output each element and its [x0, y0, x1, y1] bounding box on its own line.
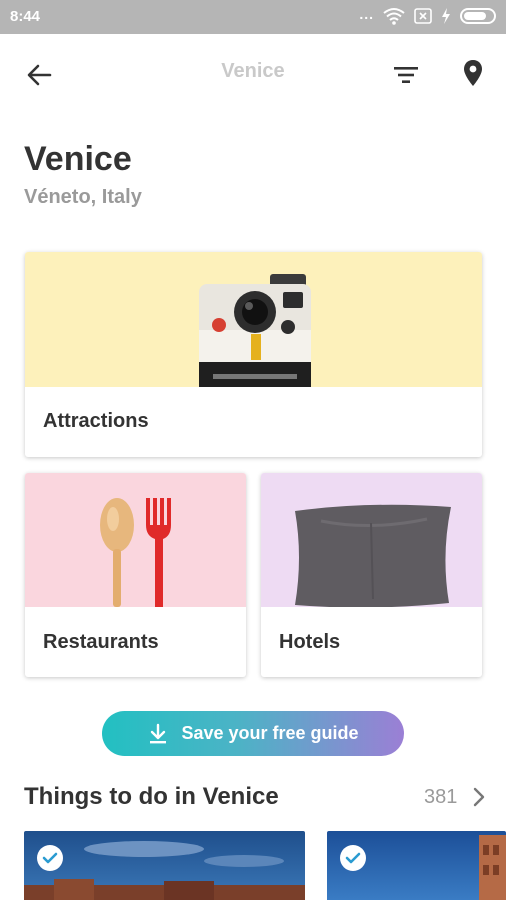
- restaurants-label: Restaurants: [43, 631, 159, 653]
- restaurants-art: [25, 473, 246, 607]
- section-title: Things to do in Venice: [24, 783, 279, 810]
- status-time: 8:44: [10, 8, 41, 25]
- location-pin-icon[interactable]: [458, 58, 488, 88]
- venice-photo: [24, 831, 305, 900]
- city-title: Venice: [24, 140, 132, 178]
- check-icon[interactable]: [340, 845, 366, 871]
- restaurants-card[interactable]: Restaurants: [25, 473, 246, 677]
- charging-icon: [442, 8, 450, 24]
- app-bar: Venice: [0, 34, 506, 114]
- battery-icon: [460, 8, 496, 24]
- hotels-label: Hotels: [279, 631, 341, 653]
- thing-card-image[interactable]: [327, 831, 506, 900]
- pillow-icon: [295, 504, 451, 608]
- more-dots: ...: [359, 6, 374, 22]
- check-icon[interactable]: [37, 845, 63, 871]
- thing-card-image[interactable]: [24, 831, 305, 900]
- attractions-card[interactable]: Attractions: [25, 252, 482, 457]
- hotels-art: [261, 473, 482, 608]
- section-count[interactable]: 381: [424, 786, 457, 809]
- status-icons: ...: [359, 6, 496, 25]
- filter-icon[interactable]: [392, 61, 420, 89]
- save-guide-button[interactable]: Save your free guide: [102, 711, 404, 756]
- city-subtitle: Véneto, Italy: [24, 186, 142, 208]
- attractions-label: Attractions: [43, 410, 149, 432]
- status-bar: 8:44 ...: [0, 0, 506, 34]
- spoon-fork-icon: [100, 498, 171, 607]
- save-guide-label: Save your free guide: [181, 723, 359, 743]
- wifi-icon: [383, 8, 405, 25]
- app-bar-title: Venice: [221, 60, 285, 82]
- chevron-right-icon[interactable]: [471, 786, 487, 808]
- camera-icon: [199, 274, 311, 387]
- download-icon: [150, 723, 167, 743]
- hotels-card[interactable]: Hotels: [261, 473, 482, 677]
- attractions-art: [25, 252, 482, 387]
- sim-icon: [414, 8, 432, 24]
